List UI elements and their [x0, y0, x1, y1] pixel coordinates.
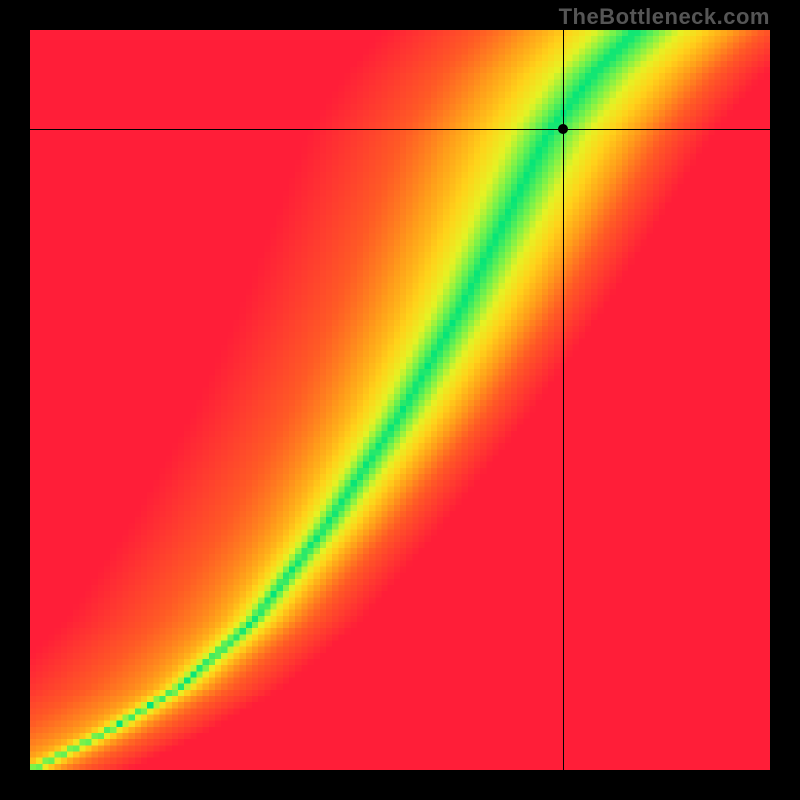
crosshair-marker [558, 124, 568, 134]
crosshair-horizontal [30, 129, 770, 130]
watermark-text: TheBottleneck.com [559, 4, 770, 30]
heatmap-plot [30, 30, 770, 770]
heatmap-canvas [30, 30, 770, 770]
crosshair-vertical [563, 30, 564, 770]
